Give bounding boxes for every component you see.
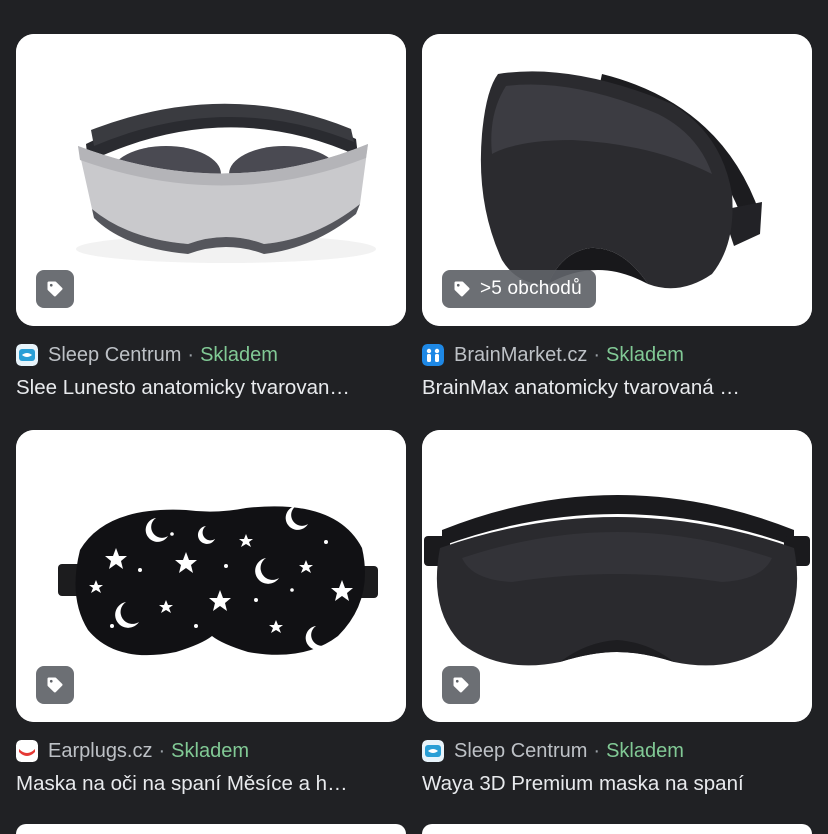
price-tag-icon — [47, 677, 63, 693]
separator: · — [187, 343, 195, 366]
next-product-card-peek[interactable] — [422, 824, 812, 834]
availability-status: Skladem — [171, 739, 249, 762]
product-image-moons-stars-mask[interactable] — [16, 430, 406, 722]
separator: · — [593, 343, 601, 366]
stores-count-badge[interactable]: >5 obchodů — [442, 270, 596, 308]
source-name[interactable]: Sleep Centrum — [454, 740, 587, 763]
product-title[interactable]: BrainMax anatomicky tvarovaná … — [422, 376, 800, 400]
moons-and-stars-sleep-mask-image — [16, 430, 406, 722]
price-tag-icon — [453, 677, 469, 693]
price-tag-icon — [454, 281, 470, 297]
product-card[interactable]: >5 obchodů BrainMarket.cz · Skladem Brai… — [422, 34, 812, 400]
price-tag-icon — [47, 281, 63, 297]
price-tag-badge[interactable] — [36, 666, 74, 704]
product-card[interactable]: Sleep Centrum · Skladem Slee Lunesto ana… — [16, 34, 406, 400]
source-line: BrainMarket.cz · Skladem — [422, 342, 812, 368]
source-line: Sleep Centrum · Skladem — [16, 342, 406, 368]
waya-3d-sleep-mask-image — [422, 430, 812, 722]
price-tag-badge[interactable] — [36, 270, 74, 308]
shopping-results-grid: Sleep Centrum · Skladem Slee Lunesto ana… — [0, 0, 828, 834]
grey-sleep-mask-image — [16, 34, 406, 326]
separator: · — [158, 739, 166, 762]
source-line: Earplugs.cz · Skladem — [16, 738, 406, 764]
product-title[interactable]: Maska na oči na spaní Měsíce a h… — [16, 772, 394, 796]
product-image-brainmax-mask[interactable]: >5 obchodů — [422, 34, 812, 326]
sleep-centrum-favicon — [422, 740, 444, 762]
availability-status: Skladem — [606, 739, 684, 762]
sleep-centrum-favicon — [16, 344, 38, 366]
next-product-card-peek[interactable] — [16, 824, 406, 834]
price-tag-badge[interactable] — [442, 666, 480, 704]
source-name[interactable]: BrainMarket.cz — [454, 344, 587, 367]
product-image-waya-mask[interactable] — [422, 430, 812, 722]
product-card[interactable]: Earplugs.cz · Skladem Maska na oči na sp… — [16, 430, 406, 796]
brainmarket-favicon — [422, 344, 444, 366]
source-name[interactable]: Sleep Centrum — [48, 344, 181, 367]
source-name[interactable]: Earplugs.cz — [48, 740, 153, 763]
product-card[interactable]: Sleep Centrum · Skladem Waya 3D Premium … — [422, 430, 812, 796]
separator: · — [593, 739, 601, 762]
product-title[interactable]: Slee Lunesto anatomicky tvarovan… — [16, 376, 394, 400]
availability-status: Skladem — [606, 343, 684, 366]
product-image-lunesto-mask[interactable] — [16, 34, 406, 326]
stores-count-text: >5 obchodů — [480, 278, 582, 299]
product-title[interactable]: Waya 3D Premium maska na spaní — [422, 772, 800, 796]
earplugs-favicon — [16, 740, 38, 762]
availability-status: Skladem — [200, 343, 278, 366]
source-line: Sleep Centrum · Skladem — [422, 738, 812, 764]
